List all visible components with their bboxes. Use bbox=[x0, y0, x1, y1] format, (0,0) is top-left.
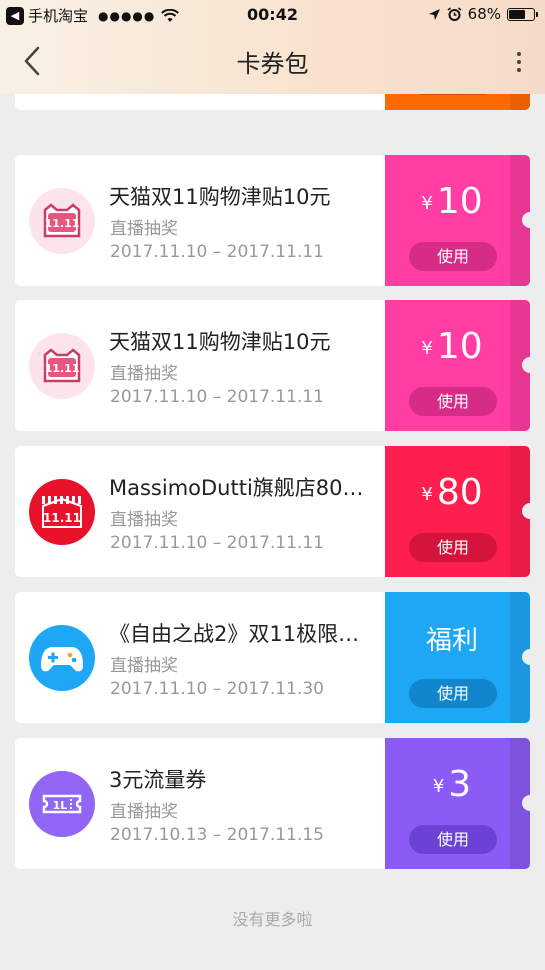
coupon-name: 《自由之战2》双11极限… bbox=[109, 622, 360, 646]
currency-symbol: ¥ bbox=[421, 338, 433, 359]
coupon-amount: ¥10 bbox=[385, 326, 519, 367]
location-arrow-icon bbox=[428, 8, 440, 20]
coupon-amount-value: 3 bbox=[448, 764, 472, 805]
coupon-name: 天猫双11购物津贴10元 bbox=[109, 185, 331, 209]
use-coupon-button[interactable]: 使用 bbox=[409, 242, 497, 271]
coupon-amount: ¥3 bbox=[385, 764, 519, 805]
coupon-amount-value: 10 bbox=[436, 181, 483, 222]
battery-percent: 68% bbox=[467, 5, 501, 23]
double-11-red-icon: 11.11 bbox=[29, 479, 95, 545]
gamepad-icon bbox=[29, 625, 95, 691]
status-bar: ◀ 手机淘宝 ●●●●● 00:42 68% bbox=[0, 0, 545, 30]
coupon-source: 直播抽奖 bbox=[110, 656, 178, 676]
coupon-card[interactable]: 《自由之战2》双11极限… 直播抽奖 2017.11.10 – 2017.11.30… bbox=[15, 592, 530, 723]
coupon-name: 3元流量券 bbox=[109, 768, 207, 792]
currency-symbol: ¥ bbox=[432, 776, 445, 797]
coupon-validity-period: 2017.11.10 – 2017.11.11 bbox=[110, 387, 324, 407]
coupon-source: 直播抽奖 bbox=[110, 364, 178, 384]
tmall-double-11-icon: 11.11 bbox=[29, 188, 95, 254]
coupon-amount-value: 80 bbox=[436, 472, 483, 513]
coupon-value-panel: ¥80 使用 bbox=[385, 446, 530, 577]
coupon-name: MassimoDutti旗舰店80… bbox=[109, 476, 364, 500]
coupon-value-panel: ¥3 使用 bbox=[385, 738, 530, 869]
alarm-icon bbox=[447, 6, 462, 21]
use-coupon-button[interactable]: 使用 bbox=[409, 679, 497, 708]
tmall-double-11-icon: 11.11 bbox=[29, 333, 95, 399]
coupon-card[interactable]: 11.11 天猫双11购物津贴10元直播抽奖 2017.11.10 – 2017.1… bbox=[15, 300, 530, 431]
coupon-amount-value: 福利 bbox=[425, 626, 478, 656]
coupon-source: 直播抽奖 bbox=[110, 802, 178, 822]
svg-text:11.11: 11.11 bbox=[43, 511, 81, 525]
data-ticket-icon: 1L bbox=[29, 771, 95, 837]
coupon-amount: ¥80 bbox=[385, 472, 519, 513]
coupon-amount: ¥10 bbox=[385, 181, 519, 222]
coupon-card[interactable]: 11.11 天猫双11购物津贴10元直播抽奖 2017.11.10 – 2017.1… bbox=[15, 155, 530, 286]
use-coupon-button[interactable]: 使用 bbox=[409, 387, 497, 416]
coupon-validity-period: 2017.11.10 – 2017.11.11 bbox=[110, 242, 324, 262]
coupon-name: 天猫双11购物津贴10元 bbox=[109, 330, 331, 354]
svg-text:1L: 1L bbox=[53, 799, 68, 812]
no-more-text: 没有更多啦 bbox=[232, 910, 313, 929]
use-coupon-button[interactable]: 使用 bbox=[409, 533, 497, 562]
coupon-amount: 福利 bbox=[385, 620, 519, 657]
coupon-card[interactable]: 1L 3元流量券直播抽奖 2017.10.13 – 2017.11.15 ¥3 使用 bbox=[15, 738, 530, 869]
nav-bar: 卡券包 bbox=[0, 30, 545, 94]
coupon-value-panel: ¥10 使用 bbox=[385, 300, 530, 431]
coupon-value-panel: 福利 使用 bbox=[385, 592, 530, 723]
coupon-validity-period: 2017.10.13 – 2017.11.15 bbox=[110, 825, 324, 845]
coupon-source: 直播抽奖 bbox=[110, 219, 178, 239]
coupon-validity-period: 2017.11.10 – 2017.11.30 bbox=[110, 679, 324, 699]
currency-symbol: ¥ bbox=[421, 193, 433, 214]
more-menu-icon[interactable] bbox=[511, 48, 527, 76]
battery-icon bbox=[507, 7, 538, 21]
coupon-validity-period: 2017.11.10 – 2017.11.11 bbox=[110, 533, 324, 553]
coupon-source: 直播抽奖 bbox=[110, 510, 178, 530]
currency-symbol: ¥ bbox=[421, 484, 433, 505]
use-coupon-button[interactable]: 使用 bbox=[409, 825, 497, 854]
coupon-card[interactable]: 11.11 MassimoDutti旗舰店80… 直播抽奖 2017.11.10 – … bbox=[15, 446, 530, 577]
svg-text:11.11: 11.11 bbox=[45, 362, 80, 375]
header: ◀ 手机淘宝 ●●●●● 00:42 68% 卡券包 bbox=[0, 0, 545, 94]
page-title: 卡券包 bbox=[236, 50, 309, 78]
coupon-amount-value: 10 bbox=[436, 326, 483, 367]
svg-text:11.11: 11.11 bbox=[45, 217, 80, 230]
coupon-value-panel: ¥10 使用 bbox=[385, 155, 530, 286]
